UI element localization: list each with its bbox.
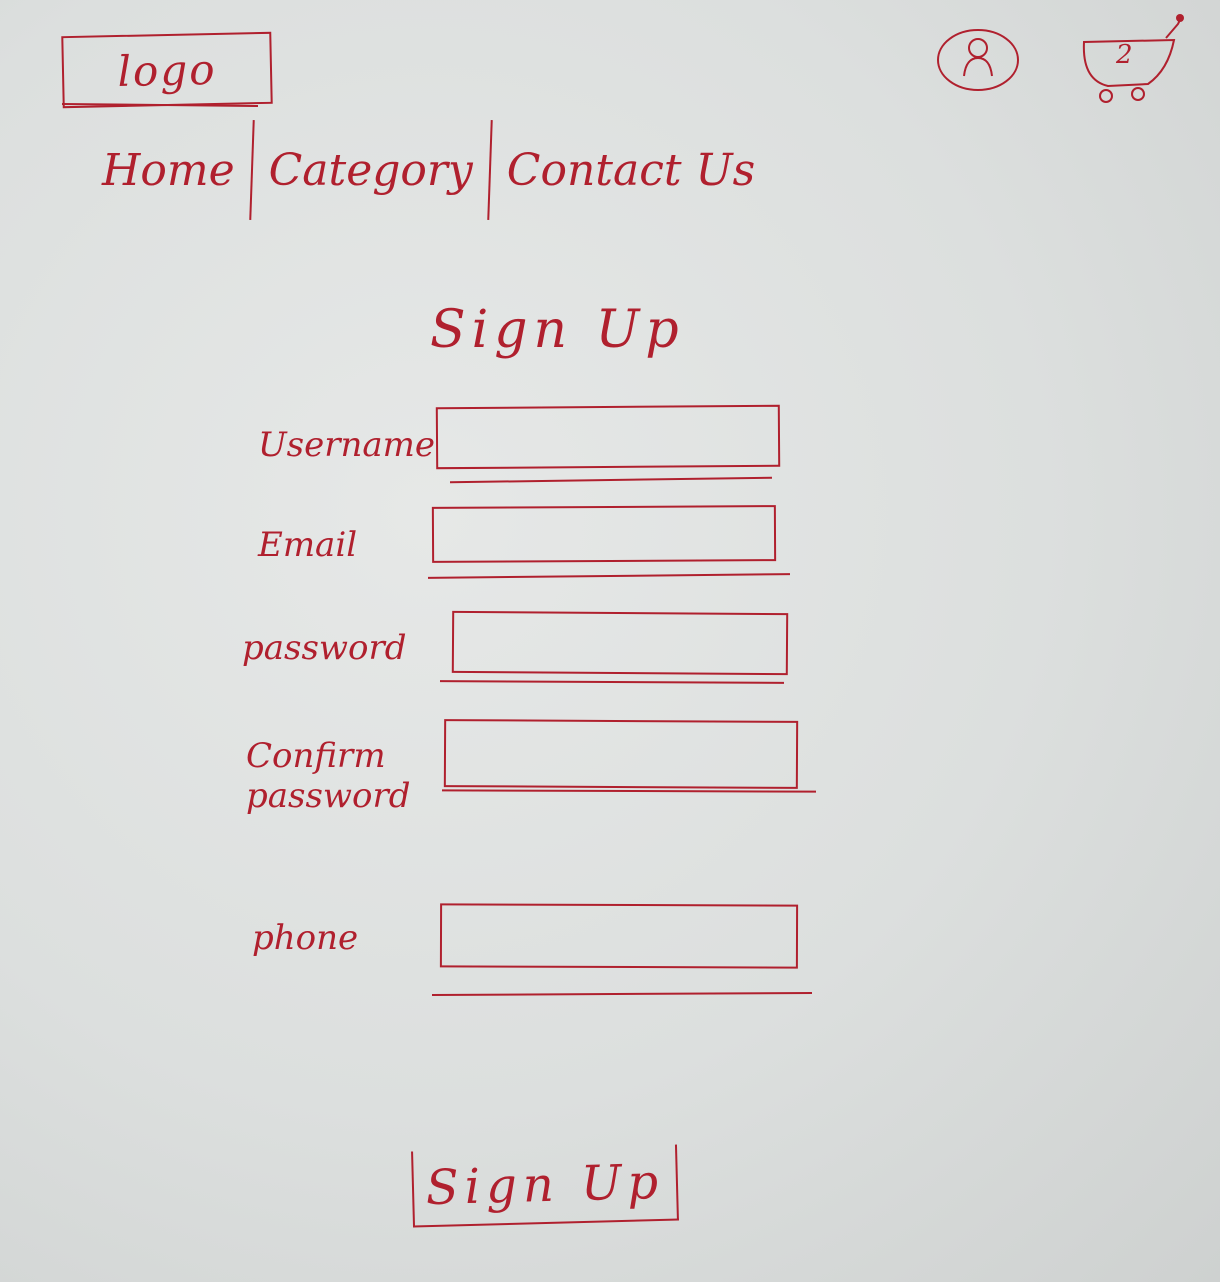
nav-item-contact-us[interactable]: Contact Us [491,145,771,196]
username-field[interactable] [435,404,781,470]
nav-item-home[interactable]: Home [86,145,251,196]
main-nav: Home Category Contact Us [86,115,771,225]
cart-icon[interactable] [1078,10,1188,110]
confirm-password-label: Confirm password [246,736,411,816]
email-label: Email [258,525,358,565]
logo-text: logo [117,44,217,96]
confirm-password-field[interactable] [443,719,799,789]
username-underline [450,476,772,484]
password-underline [439,680,785,684]
confirm-password-underline [441,789,817,793]
phone-label: phone [252,918,359,958]
email-underline [427,573,791,579]
sign-up-button[interactable]: Sign Up [411,1144,679,1228]
page-title: Sign Up [430,300,685,360]
password-field[interactable] [451,610,789,676]
nav-item-category[interactable]: Category [253,145,489,196]
logo[interactable]: logo [61,31,273,109]
password-label: password [242,628,407,668]
cart-count-badge: 2 [1116,40,1133,70]
username-label: Username [258,425,436,465]
user-icon[interactable] [936,28,1020,92]
phone-field[interactable] [439,903,799,969]
phone-underline [431,992,813,996]
email-field[interactable] [431,505,777,563]
